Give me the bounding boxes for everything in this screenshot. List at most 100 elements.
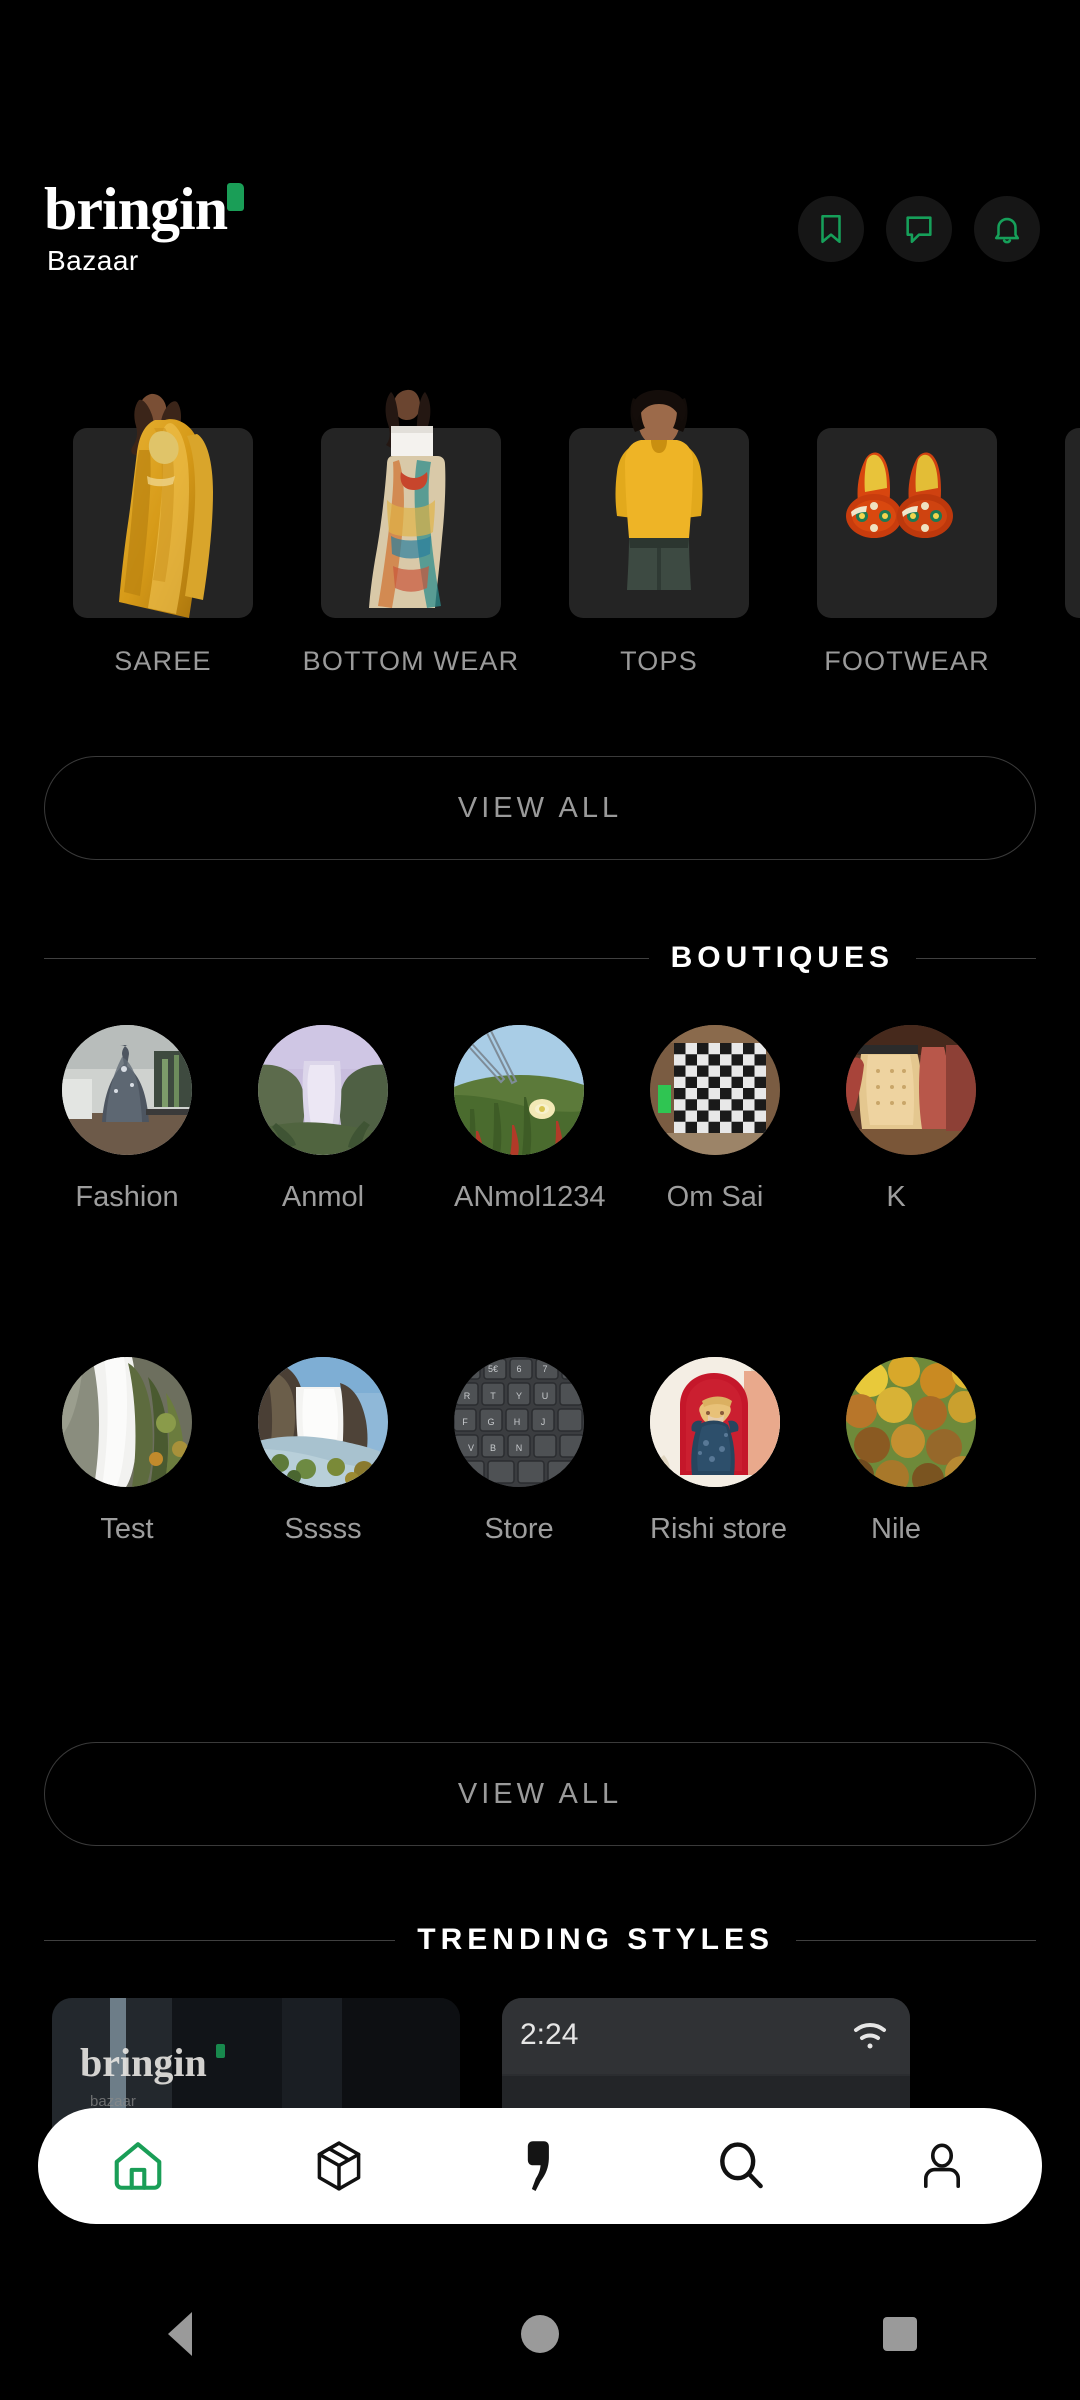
category-track: SAREE BOTTOM WEAR TOPS FOOTWEAR <box>73 380 1080 677</box>
svg-text:R: R <box>464 1391 471 1401</box>
divider-left <box>44 1939 396 1941</box>
category-carousel[interactable]: SAREE BOTTOM WEAR TOPS FOOTWEAR <box>0 380 1080 700</box>
chat-icon <box>902 212 936 246</box>
svg-text:J: J <box>541 1417 546 1427</box>
section-title: BOUTIQUES <box>670 941 894 974</box>
system-recents-button[interactable] <box>840 2268 960 2400</box>
android-system-navigation <box>0 2268 1080 2400</box>
svg-text:B: B <box>490 1443 496 1453</box>
boutique-avatar <box>846 1025 976 1155</box>
trending-card-overlay-text: bringin <box>80 2040 207 2085</box>
category-item-bottom-wear[interactable]: BOTTOM WEAR <box>303 380 518 677</box>
view-all-label: VIEW ALL <box>457 1777 623 1810</box>
boutique-avatar <box>62 1025 192 1155</box>
category-item-saree[interactable]: SAREE <box>73 380 253 677</box>
boutique-row-1[interactable]: Fashion Anmol ANmol1234 Om Sai K <box>0 1025 1080 1325</box>
svg-text:7: 7 <box>542 1364 547 1374</box>
boutique-avatar <box>650 1357 780 1487</box>
trending-card-status-time: 2:24 <box>520 2018 578 2051</box>
svg-text:6: 6 <box>516 1364 521 1374</box>
brand-wordmark: bringin <box>44 176 228 242</box>
boutique-avatar <box>846 1357 976 1487</box>
system-back-button[interactable] <box>120 2268 240 2400</box>
svg-text:T: T <box>490 1391 496 1401</box>
category-item-tops[interactable]: TOPS <box>569 380 749 677</box>
category-label: TOPS <box>620 646 698 676</box>
divider-right <box>916 957 1036 959</box>
package-icon <box>311 2138 367 2194</box>
category-card <box>569 390 749 618</box>
recents-square-icon <box>883 2317 917 2351</box>
boutique-track: Test Sssss 4 5€ 6 7 R T Y U F G H J V B … <box>62 1357 976 1546</box>
divider-right <box>796 1939 1036 1941</box>
boutique-avatar: 4 5€ 6 7 R T Y U F G H J V B N <box>454 1357 584 1487</box>
svg-text:H: H <box>514 1417 521 1427</box>
boutique-item-nile[interactable]: Nile <box>846 1357 976 1546</box>
home-icon <box>109 2137 167 2195</box>
back-triangle-icon <box>168 2312 192 2356</box>
nav-item-orders[interactable] <box>279 2108 399 2224</box>
bell-icon <box>990 212 1024 246</box>
boutique-avatar <box>258 1357 388 1487</box>
svg-text:5€: 5€ <box>488 1364 498 1374</box>
home-circle-icon <box>521 2315 559 2353</box>
view-all-categories-button[interactable]: VIEW ALL <box>44 756 1036 860</box>
boutique-avatar <box>258 1025 388 1155</box>
profile-icon <box>915 2139 969 2193</box>
svg-text:N: N <box>516 1443 523 1453</box>
svg-text:V: V <box>468 1443 474 1453</box>
boutique-label: Om Sai <box>666 1181 764 1213</box>
chat-button[interactable] <box>886 196 952 262</box>
boutique-item-sssss[interactable]: Sssss <box>258 1357 388 1546</box>
app-header: bringin Bazaar <box>0 0 1080 300</box>
nav-item-profile[interactable] <box>882 2108 1002 2224</box>
svg-text:G: G <box>487 1417 494 1427</box>
boutique-avatar <box>62 1357 192 1487</box>
boutique-label: ANmol1234 <box>454 1181 606 1213</box>
category-image-saree <box>73 380 253 618</box>
category-card <box>817 428 997 618</box>
boutique-avatar <box>454 1025 584 1155</box>
section-header-trending: TRENDING STYLES <box>44 1920 1036 1960</box>
boutique-item-store[interactable]: 4 5€ 6 7 R T Y U F G H J V B N Store <box>454 1357 584 1546</box>
view-all-boutiques-button[interactable]: VIEW ALL <box>44 1742 1036 1846</box>
svg-text:Y: Y <box>516 1391 522 1401</box>
category-item-footwear[interactable]: FOOTWEAR <box>817 380 997 677</box>
boutique-item-fashion[interactable]: Fashion <box>62 1025 192 1214</box>
category-label: BOTTOM WEAR <box>302 646 520 676</box>
brand-logo[interactable]: bringin Bazaar <box>44 179 245 278</box>
section-header-boutiques: BOUTIQUES <box>44 938 1036 978</box>
category-image-bottom-wear <box>321 380 501 618</box>
brand-mark-icon <box>514 2137 566 2195</box>
category-label: FOOTWEAR <box>824 646 990 676</box>
category-item-next[interactable] <box>1065 380 1080 677</box>
boutique-label: Nile <box>871 1513 921 1545</box>
boutique-avatar <box>650 1025 780 1155</box>
boutique-label: Sssss <box>284 1513 362 1545</box>
svg-text:U: U <box>542 1391 549 1401</box>
boutique-label: Test <box>100 1513 154 1545</box>
boutique-item-test[interactable]: Test <box>62 1357 192 1546</box>
boutique-row-2[interactable]: Test Sssss 4 5€ 6 7 R T Y U F G H J V B … <box>0 1357 1080 1657</box>
view-all-label: VIEW ALL <box>457 791 623 824</box>
svg-text:F: F <box>462 1417 468 1427</box>
nav-item-search[interactable] <box>681 2108 801 2224</box>
boutique-item-rishi-store[interactable]: Rishi store <box>650 1357 787 1546</box>
system-home-button[interactable] <box>480 2268 600 2400</box>
notifications-button[interactable] <box>974 196 1040 262</box>
search-icon <box>713 2138 769 2194</box>
category-image-tops <box>569 380 749 618</box>
bookmark-button[interactable] <box>798 196 864 262</box>
nav-item-brand[interactable] <box>480 2108 600 2224</box>
boutique-label: Fashion <box>75 1181 179 1213</box>
boutique-item-om-sai[interactable]: Om Sai <box>650 1025 780 1214</box>
category-label: SAREE <box>114 646 212 676</box>
boutique-label: Rishi store <box>650 1513 787 1545</box>
brand-tick-icon <box>227 183 245 211</box>
boutique-item-k[interactable]: K <box>846 1025 976 1214</box>
boutique-item-anmol1234[interactable]: ANmol1234 <box>454 1025 606 1214</box>
category-card <box>321 389 501 618</box>
boutique-item-anmol[interactable]: Anmol <box>258 1025 388 1214</box>
nav-item-home[interactable] <box>78 2108 198 2224</box>
category-image-footwear <box>817 380 997 618</box>
